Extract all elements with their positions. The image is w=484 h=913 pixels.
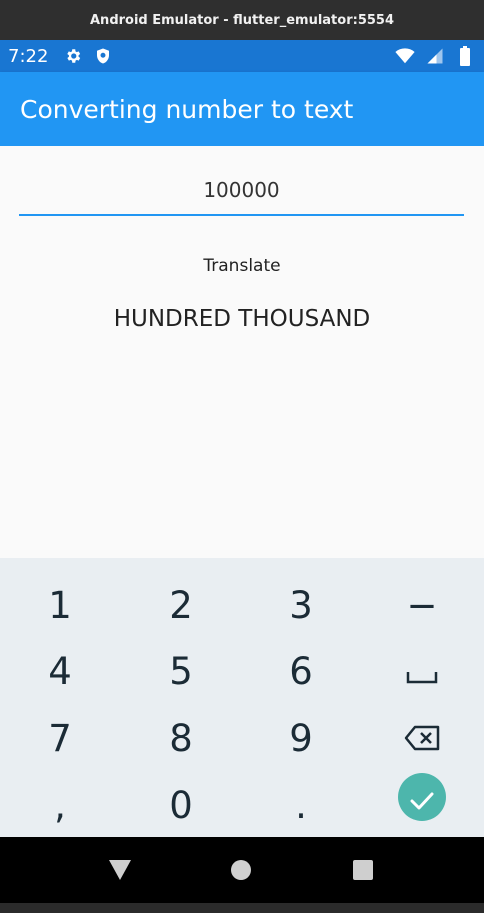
app-bar-title: Converting number to text (20, 94, 354, 124)
key-comma[interactable]: , (0, 772, 120, 838)
done-button-circle (398, 773, 446, 821)
key-period[interactable]: . (241, 772, 361, 838)
backspace-icon (404, 717, 440, 760)
shield-icon (92, 45, 114, 67)
key-3[interactable]: 3 (241, 572, 361, 638)
key-7[interactable]: 7 (0, 705, 120, 771)
key-5[interactable]: 5 (121, 638, 241, 704)
status-time: 7:22 (8, 45, 49, 67)
key-backspace[interactable] (362, 705, 482, 771)
status-bar: 7:22 (0, 40, 484, 72)
window-title: Android Emulator - flutter_emulator:5554 (90, 12, 394, 28)
wifi-icon (394, 45, 416, 67)
system-nav-bar (0, 837, 484, 903)
key-6[interactable]: 6 (241, 638, 361, 704)
key-minus[interactable]: − (362, 572, 482, 638)
battery-icon (454, 45, 476, 67)
numeric-keyboard: 1 2 3 − 4 5 6 7 8 9 , 0 . (0, 558, 484, 837)
settings-gear-icon (62, 45, 84, 67)
window-titlebar: Android Emulator - flutter_emulator:5554 (0, 0, 484, 40)
key-0[interactable]: 0 (121, 772, 241, 838)
result-text: HUNDRED THOUSAND (113, 306, 371, 332)
android-device-screen: 7:22 Converting number to text 100000 Tr… (0, 40, 484, 913)
done-check-icon (410, 776, 434, 819)
key-space[interactable] (362, 638, 482, 704)
space-icon (406, 650, 438, 693)
home-circle-icon[interactable] (229, 858, 253, 882)
translate-button[interactable]: Translate (180, 248, 304, 284)
key-2[interactable]: 2 (121, 572, 241, 638)
key-9[interactable]: 9 (241, 705, 361, 771)
app-bar: Converting number to text (0, 72, 484, 146)
recents-square-icon[interactable] (351, 858, 375, 882)
key-done[interactable] (362, 764, 482, 830)
cell-signal-icon (424, 45, 446, 67)
main-content: Translate HUNDRED THOUSAND (0, 146, 484, 558)
key-1[interactable]: 1 (0, 572, 120, 638)
number-input[interactable] (19, 170, 464, 216)
emulator-bottom-strip (0, 903, 484, 913)
back-triangle-icon[interactable] (108, 858, 132, 882)
key-4[interactable]: 4 (0, 638, 120, 704)
key-8[interactable]: 8 (121, 705, 241, 771)
